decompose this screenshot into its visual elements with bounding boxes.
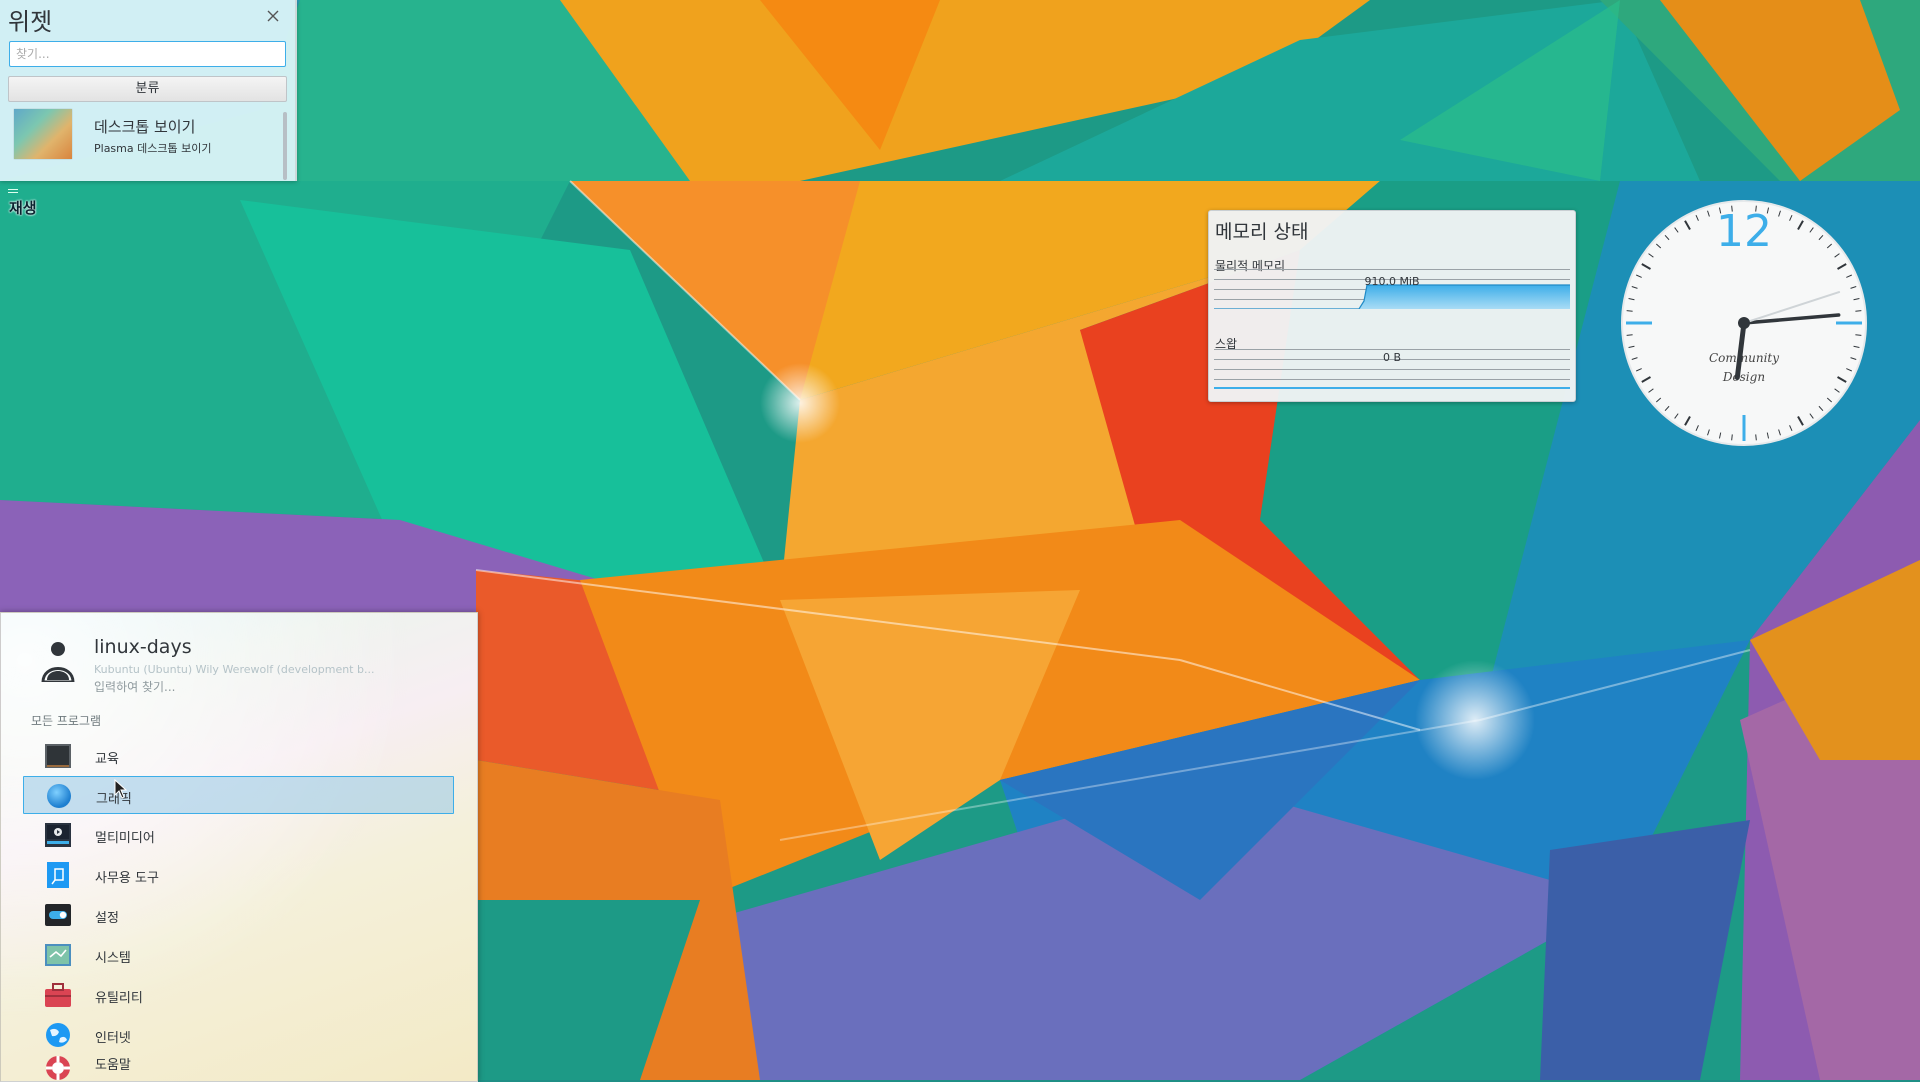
physical-memory-value: 910.0 MiB (1364, 275, 1420, 288)
application-launcher: linux-days Kubuntu (Ubuntu) Wily Werewol… (0, 612, 478, 1082)
clock-face: 12 Community Design (1621, 200, 1867, 446)
memory-widget-title: 메모리 상태 (1215, 221, 1309, 243)
categories-button[interactable]: 분류 (8, 76, 287, 102)
office-icon (47, 862, 69, 888)
clock-numeral-12: 12 (1716, 206, 1772, 257)
menu-item-settings[interactable]: 설정 (23, 896, 454, 934)
clock-tick (1755, 434, 1757, 441)
clock-brand-line2: Design (1722, 370, 1765, 384)
menu-item-label: 사무용 도구 (95, 871, 159, 886)
education-icon (45, 744, 71, 768)
swap-value: 0 B (1382, 351, 1402, 364)
close-icon[interactable] (264, 9, 282, 27)
launcher-search-hint[interactable]: 입력하여 찾기... (94, 678, 176, 695)
widget-search-input[interactable] (9, 41, 286, 67)
physical-memory-graph: 910.0 MiB (1214, 269, 1570, 309)
clock-tick (1855, 334, 1862, 336)
analog-clock[interactable]: 12 Community Design (1619, 198, 1869, 448)
clock-tick (1855, 310, 1862, 312)
menu-item-label: 도움말 (95, 1058, 131, 1073)
clock-brand-line1: Community (1709, 351, 1779, 365)
utilities-icon (45, 983, 71, 1007)
widget-explorer-title: 위젯 (8, 8, 53, 36)
clock-tick (1626, 310, 1633, 312)
menu-item-office[interactable]: 사무용 도구 (23, 856, 454, 894)
user-avatar-icon (41, 642, 75, 682)
multimedia-icon (45, 823, 71, 847)
menu-item-help[interactable]: 도움말 (23, 1049, 454, 1081)
desktop-toolbox-handle[interactable] (8, 189, 18, 196)
menu-item-label: 멀티미디어 (95, 831, 155, 846)
internet-icon (46, 1023, 70, 1047)
menu-item-education[interactable]: 교육 (23, 737, 454, 775)
show-desktop-thumbnail (14, 109, 72, 159)
menu-item-label: 유틸리티 (95, 991, 143, 1006)
help-icon (46, 1056, 70, 1080)
clock-tick (1626, 334, 1633, 336)
memory-status-widget: 메모리 상태 물리적 메모리 910.0 MiB 스왑 0 B (1208, 210, 1576, 402)
swap-graph: 0 B (1214, 349, 1570, 389)
user-name: linux-days (94, 636, 192, 658)
clock-tick (1731, 434, 1733, 441)
menu-item-label: 인터넷 (95, 1031, 131, 1046)
menu-item-label: 설정 (95, 911, 119, 926)
settings-icon (45, 904, 71, 926)
menu-item-label: 교육 (95, 752, 119, 767)
widget-item-subtitle: Plasma 데스크톱 보이기 (94, 142, 212, 155)
all-programs-heading: 모든 프로그램 (31, 714, 102, 728)
menu-item-graphics[interactable]: 그래픽 (23, 776, 454, 814)
mouse-cursor-icon (114, 779, 128, 799)
menu-item-label: 시스템 (95, 951, 131, 966)
widget-list-scrollbar[interactable] (283, 112, 287, 180)
menu-item-multimedia[interactable]: 멀티미디어 (23, 816, 454, 854)
desktop-toolbox-label[interactable]: 재생 (9, 197, 37, 218)
menu-item-system[interactable]: 시스템 (23, 936, 454, 974)
widget-item-title: 데스크톱 보이기 (94, 118, 196, 136)
system-icon (45, 944, 71, 966)
widget-item-show-desktop[interactable]: 데스크톱 보이기 Plasma 데스크톱 보이기 (8, 107, 278, 163)
menu-item-utilities[interactable]: 유틸리티 (23, 976, 454, 1014)
widget-explorer-panel: 위젯 분류 데스크톱 보이기 Plasma 데스크톱 보이기 (0, 0, 297, 181)
graphics-icon (47, 784, 71, 808)
system-description: Kubuntu (Ubuntu) Wily Werewolf (developm… (94, 663, 375, 676)
clock-center-pin (1738, 317, 1750, 329)
